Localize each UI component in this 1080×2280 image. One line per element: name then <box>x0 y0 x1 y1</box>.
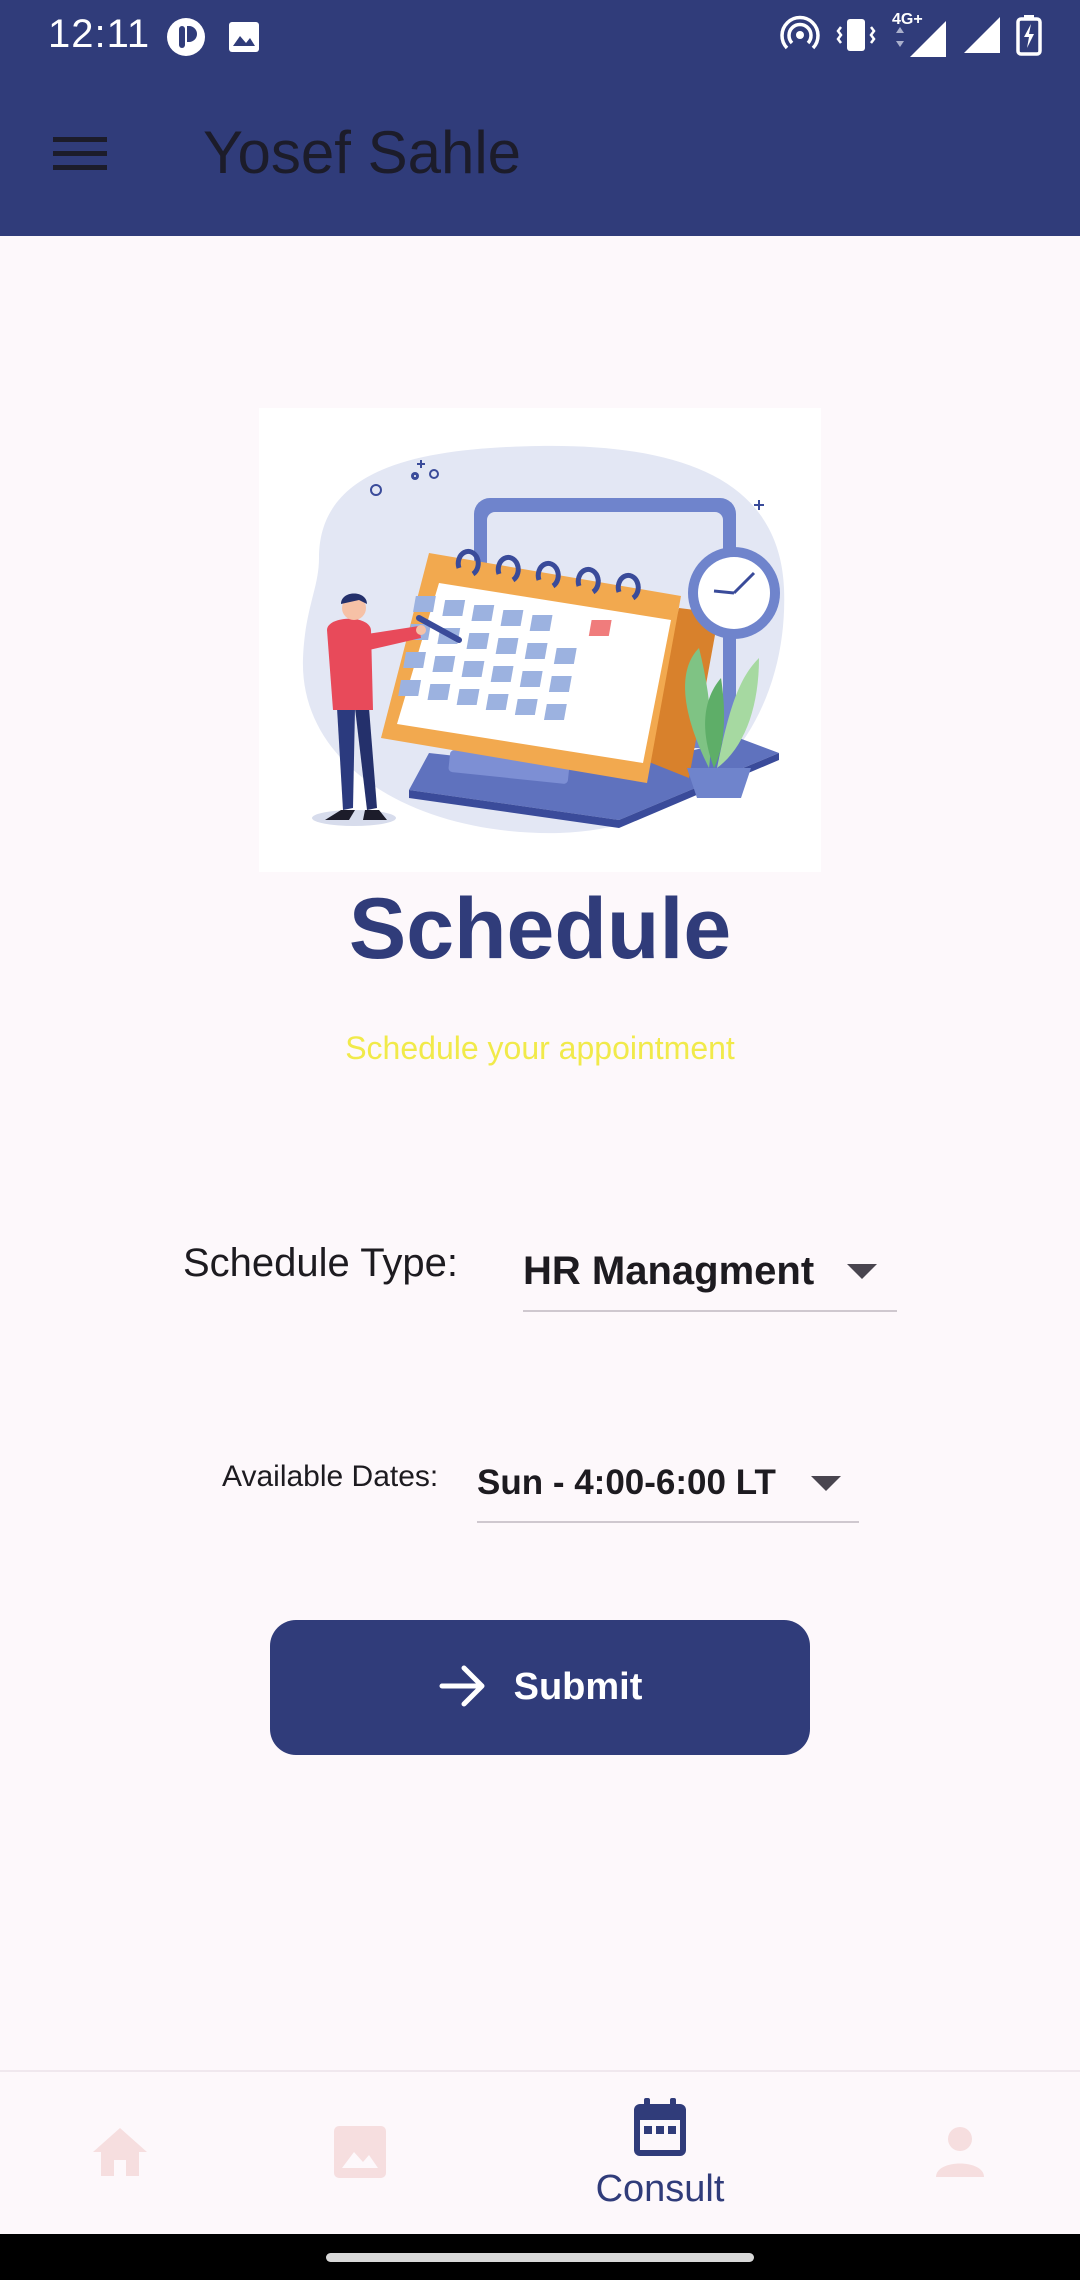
menu-button[interactable] <box>40 124 120 188</box>
gesture-navigation-bar <box>0 2234 1080 2280</box>
schedule-type-label: Schedule Type: <box>183 1241 459 1285</box>
gesture-handle[interactable] <box>326 2253 754 2262</box>
app-title: Yosef Sahle <box>203 119 522 186</box>
status-system-icons: 4G+ <box>780 11 1042 60</box>
wifi-signal-icon <box>962 15 1002 59</box>
bottom-nav: Consult <box>0 2070 1080 2236</box>
page-subtitle: Schedule your appointment <box>345 1030 735 1066</box>
app-notification-icon <box>165 16 207 62</box>
chevron-down-icon <box>811 1475 841 1491</box>
calendar-icon <box>632 2097 688 2162</box>
nav-item-home[interactable] <box>40 2072 200 2236</box>
nav-item-consult[interactable]: Consult <box>560 2072 760 2236</box>
person-icon <box>933 2125 987 2183</box>
hotspot-icon <box>780 15 820 59</box>
app-bar: Yosef Sahle <box>0 78 1080 236</box>
image-icon <box>332 2124 388 2184</box>
home-icon <box>91 2126 149 2182</box>
vibrate-icon <box>834 15 878 59</box>
submit-label: Submit <box>513 1666 643 1708</box>
nav-item-consult-label: Consult <box>595 2167 725 2210</box>
submit-button[interactable]: Submit <box>270 1620 810 1755</box>
schedule-type-value: HR Managment <box>523 1248 815 1293</box>
gallery-notification-icon <box>227 20 261 58</box>
chevron-down-icon <box>847 1263 877 1279</box>
battery-icon <box>1016 14 1042 60</box>
available-dates-dropdown[interactable]: Sun - 4:00-6:00 LT <box>477 1445 859 1523</box>
schedule-type-dropdown[interactable]: HR Managment <box>523 1232 897 1312</box>
status-time: 12:11 <box>48 12 151 56</box>
available-dates-label: Available Dates: <box>222 1460 439 1493</box>
mobile-signal-icon: 4G+ <box>892 11 948 59</box>
nav-item-profile[interactable] <box>880 2072 1040 2236</box>
nav-item-gallery[interactable] <box>280 2072 440 2236</box>
arrow-right-icon <box>438 1664 488 1712</box>
page-title: Schedule <box>348 881 732 977</box>
schedule-illustration <box>259 408 821 872</box>
available-dates-value: Sun - 4:00-6:00 LT <box>477 1463 776 1502</box>
status-notification-icons <box>165 16 261 62</box>
status-bar: 12:11 4G+ <box>0 0 1080 78</box>
menu-icon <box>53 135 107 177</box>
